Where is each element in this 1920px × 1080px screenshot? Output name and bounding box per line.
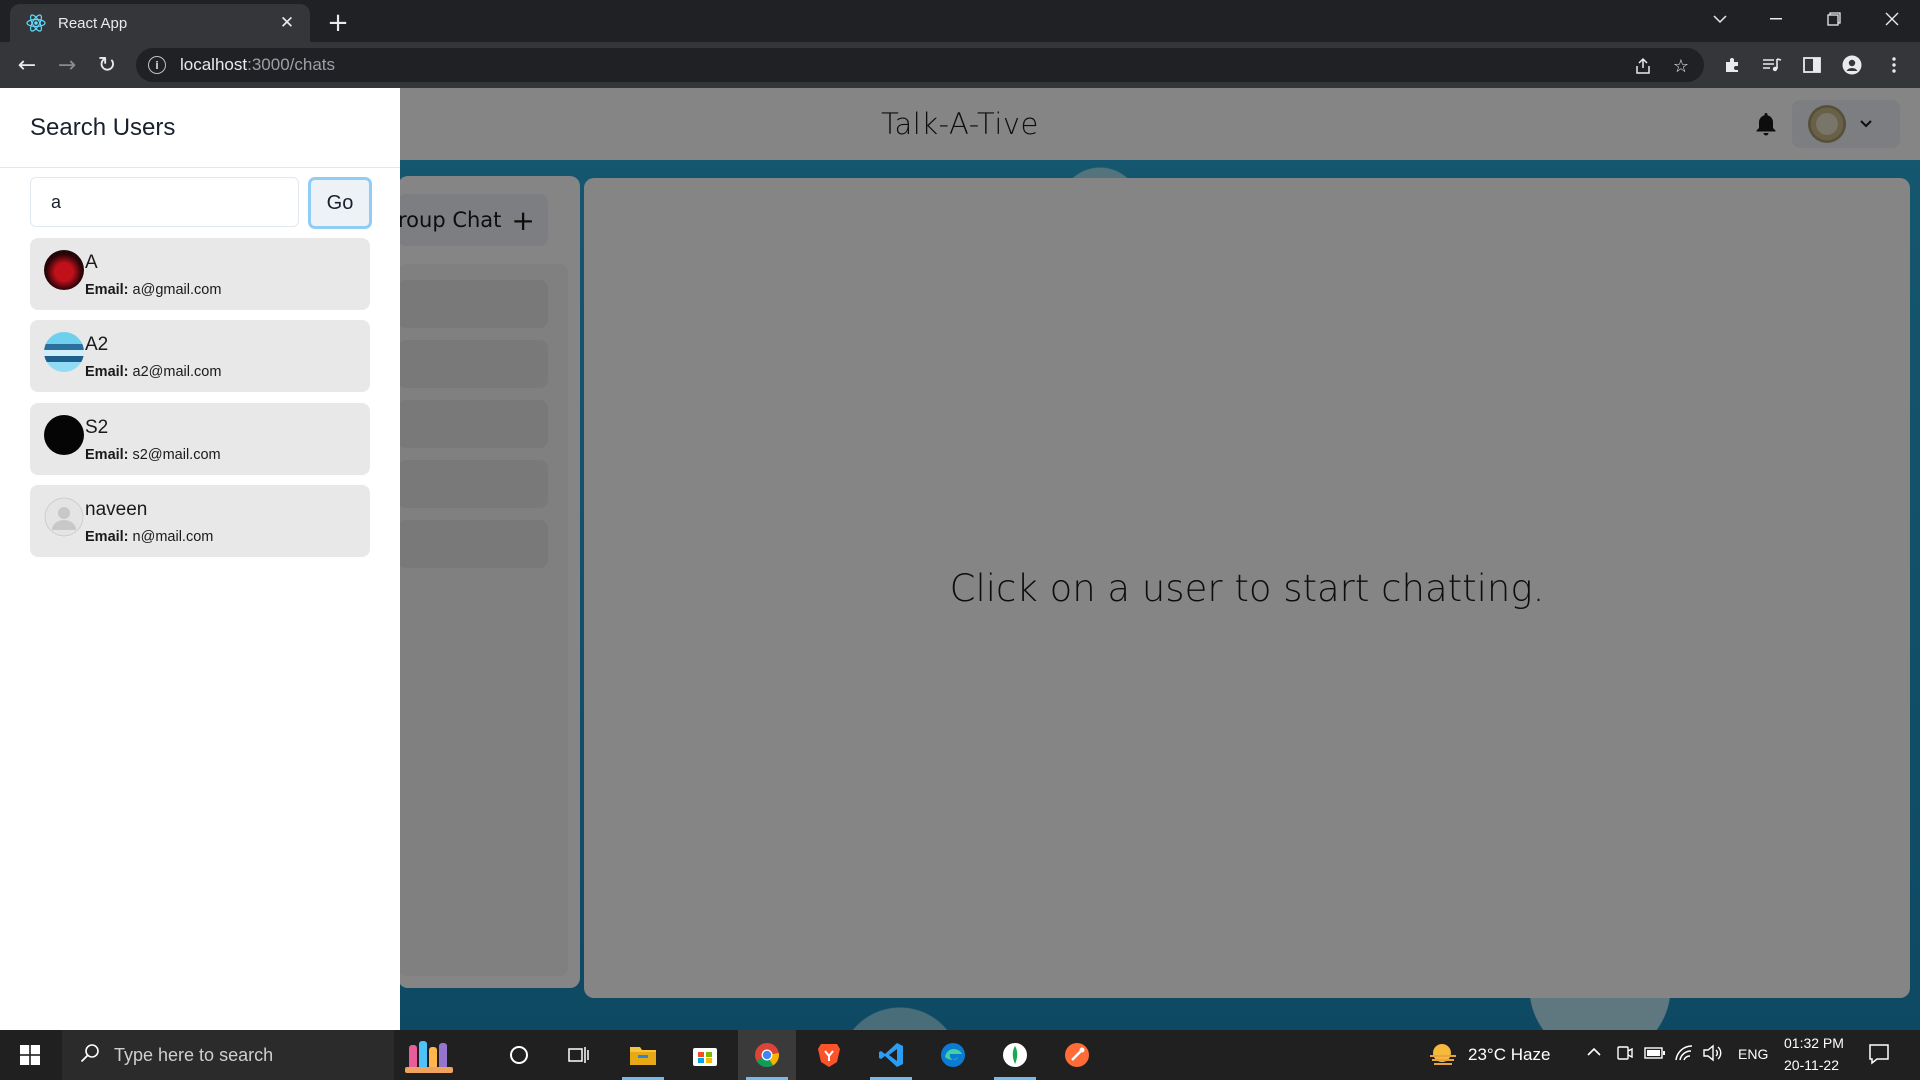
user-name: naveen: [85, 499, 148, 520]
user-result-item[interactable]: A2 Email: a2@mail.com: [30, 320, 370, 392]
language-indicator[interactable]: ENG: [1738, 1046, 1768, 1062]
windows-taskbar: Type here to search 23°C Haze ENG 01:32 …: [0, 1030, 1920, 1080]
browser-menu-icon[interactable]: [1882, 54, 1906, 76]
file-explorer-icon[interactable]: [614, 1030, 672, 1080]
bookmark-star-icon[interactable]: ☆: [1670, 56, 1692, 77]
user-result-item[interactable]: A Email: a@gmail.com: [30, 238, 370, 310]
drawer-title: Search Users: [30, 113, 176, 141]
clock-time[interactable]: 01:32 PM: [1784, 1035, 1844, 1051]
react-icon: [26, 13, 46, 33]
battery-icon[interactable]: [1644, 1045, 1666, 1066]
profile-icon[interactable]: [1840, 54, 1864, 76]
go-button[interactable]: Go: [308, 177, 372, 229]
tab-title: React App: [58, 14, 128, 32]
chrome-icon[interactable]: [738, 1030, 796, 1080]
user-email: Email: a2@mail.com: [85, 364, 222, 380]
page-viewport: Talk-A-Tive roup Chat + Click on a user …: [0, 88, 1920, 1030]
vscode-icon[interactable]: [862, 1030, 920, 1080]
avatar: [44, 332, 84, 372]
windows-start-button[interactable]: [0, 1030, 60, 1080]
restore-button[interactable]: [1806, 0, 1862, 38]
tab-close-icon[interactable]: ✕: [276, 12, 298, 34]
extensions-icon[interactable]: [1720, 54, 1744, 76]
clock-date[interactable]: 20-11-22: [1784, 1057, 1839, 1073]
url-text: localhost:3000/chats: [180, 55, 336, 74]
brave-icon[interactable]: [800, 1030, 858, 1080]
mongodb-compass-icon[interactable]: [986, 1030, 1044, 1080]
task-view-icon[interactable]: [550, 1030, 608, 1080]
taskbar-search-placeholder: Type here to search: [114, 1044, 274, 1065]
user-email: Email: s2@mail.com: [85, 447, 221, 463]
edge-icon[interactable]: [924, 1030, 982, 1080]
browser-tabstrip: React App ✕ +: [0, 0, 1920, 42]
wifi-icon[interactable]: [1674, 1044, 1694, 1067]
user-name: S2: [85, 417, 109, 438]
taskbar-search[interactable]: Type here to search: [62, 1030, 394, 1080]
tray-chevron-up-icon[interactable]: [1586, 1044, 1602, 1065]
close-window-button[interactable]: [1864, 0, 1920, 38]
search-highlight-icon[interactable]: [402, 1030, 460, 1080]
avatar: [44, 415, 84, 455]
cortana-icon[interactable]: [490, 1030, 548, 1080]
search-input[interactable]: [30, 177, 299, 227]
tab-search-icon[interactable]: [1692, 0, 1748, 38]
browser-tab[interactable]: React App ✕: [10, 4, 310, 42]
user-email: Email: n@mail.com: [85, 529, 214, 545]
user-name: A2: [85, 334, 109, 355]
avatar: [44, 250, 84, 290]
volume-icon[interactable]: [1702, 1044, 1722, 1067]
drawer-header: Search Users: [0, 88, 400, 168]
search-row: Go: [30, 177, 372, 229]
default-avatar-icon: [44, 497, 84, 537]
user-result-item[interactable]: naveen Email: n@mail.com: [30, 485, 370, 557]
address-bar[interactable]: i localhost:3000/chats ☆: [136, 48, 1704, 82]
search-users-drawer: Search Users Go A Email: a@gmail.com A2 …: [0, 88, 400, 1030]
browser-toolbar: ← → ↻ i localhost:3000/chats ☆: [0, 42, 1920, 88]
site-info-icon[interactable]: i: [148, 56, 166, 74]
weather-text[interactable]: 23°C Haze: [1468, 1045, 1550, 1065]
user-result-item[interactable]: S2 Email: s2@mail.com: [30, 403, 370, 475]
share-icon[interactable]: [1632, 56, 1654, 76]
user-email: Email: a@gmail.com: [85, 282, 222, 298]
postman-icon[interactable]: [1048, 1030, 1106, 1080]
meet-now-icon[interactable]: [1616, 1044, 1634, 1067]
user-name: A: [85, 252, 98, 273]
minimize-button[interactable]: [1748, 0, 1804, 38]
notification-center-icon[interactable]: [1868, 1043, 1890, 1070]
side-panel-icon[interactable]: [1800, 54, 1824, 76]
reload-button[interactable]: ↻: [92, 50, 122, 80]
weather-icon[interactable]: [1428, 1042, 1458, 1073]
microsoft-store-icon[interactable]: [676, 1030, 734, 1080]
media-control-icon[interactable]: [1760, 54, 1784, 76]
search-icon: [80, 1043, 100, 1068]
new-tab-button[interactable]: +: [324, 8, 352, 38]
back-button[interactable]: ←: [12, 50, 42, 80]
forward-button[interactable]: →: [52, 50, 82, 80]
